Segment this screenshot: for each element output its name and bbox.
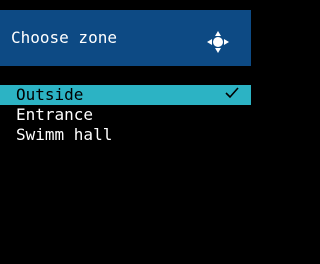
zone-option-swimm-hall[interactable]: Swimm hall xyxy=(0,125,251,145)
check-icon xyxy=(225,87,239,99)
page-title: Choose zone xyxy=(11,28,117,47)
zone-option-entrance[interactable]: Entrance xyxy=(0,105,251,125)
zone-option-outside[interactable]: Outside xyxy=(0,85,251,105)
zone-option-label: Swimm hall xyxy=(16,125,113,144)
zone-option-label: Entrance xyxy=(16,105,94,124)
zone-list: Outside Entrance Swimm hall xyxy=(0,85,251,145)
dpad-navigation-icon xyxy=(206,30,230,54)
zone-option-label: Outside xyxy=(16,85,84,104)
